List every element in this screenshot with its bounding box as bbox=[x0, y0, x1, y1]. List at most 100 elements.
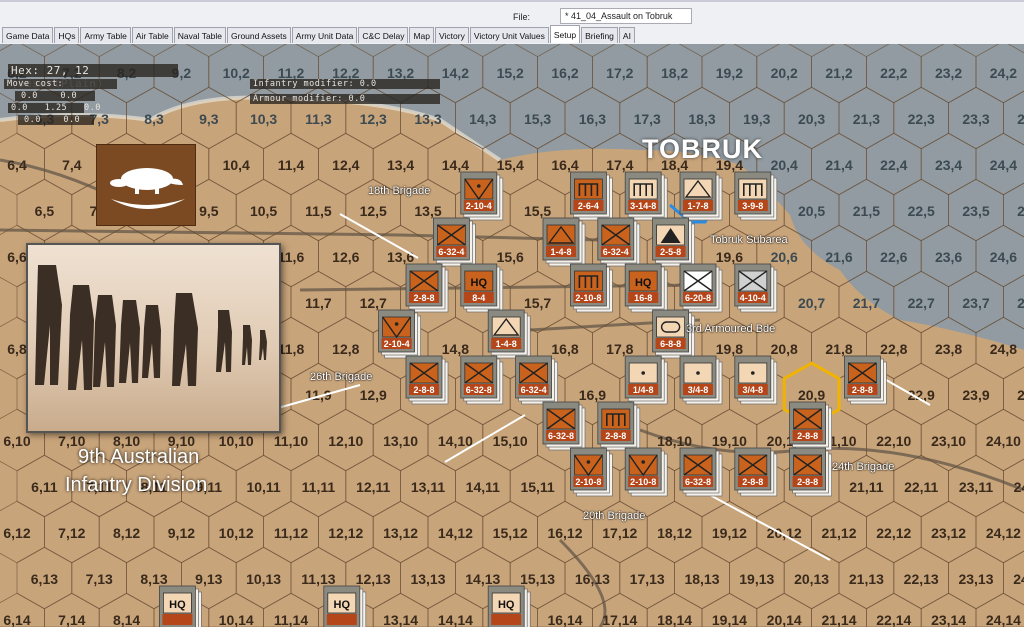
unit-strength-label: 6-32-4 bbox=[603, 247, 629, 257]
hex-coordinate-label: 24,6 bbox=[990, 249, 1017, 265]
hex-coordinate-label: 10,2 bbox=[223, 65, 250, 81]
unit-counter[interactable]: 2-10-4 bbox=[378, 309, 421, 359]
tab-setup[interactable]: Setup bbox=[549, 25, 581, 43]
unit-counter[interactable]: 1-4-8 bbox=[487, 309, 531, 359]
tab-victory-unit-values[interactable]: Victory Unit Values bbox=[469, 27, 549, 43]
unit-counter[interactable]: 2-8-8 bbox=[844, 355, 887, 405]
hex-coordinate-label: 23,7 bbox=[962, 295, 989, 311]
unit-counter[interactable]: HQ 8-4 bbox=[460, 263, 504, 313]
unit-counter[interactable]: 6-32-8 bbox=[679, 447, 723, 497]
tab-hqs[interactable]: HQs bbox=[54, 27, 80, 43]
hex-coordinate-label: 22,10 bbox=[876, 433, 911, 449]
unit-counter[interactable]: HQ bbox=[323, 585, 367, 627]
hex-coordinate-label: 15,10 bbox=[493, 433, 528, 449]
unit-counter[interactable]: 3/4-8 bbox=[679, 355, 723, 405]
unit-strength-label: 4-10-4 bbox=[740, 293, 766, 303]
unit-counter[interactable]: 2-10-4 bbox=[460, 171, 504, 221]
hex-coordinate-label: 18,2 bbox=[661, 65, 688, 81]
hex-coordinate-label: 12,9 bbox=[360, 387, 387, 403]
scenario-map[interactable]: 6,27,28,29,210,211,212,213,214,215,216,2… bbox=[0, 44, 1024, 627]
unit-counter[interactable]: 1-4-8 bbox=[542, 217, 586, 267]
tab-game-data[interactable]: Game Data bbox=[2, 27, 54, 43]
unit-counter[interactable]: 2-8-8 bbox=[734, 447, 778, 497]
tab-victory[interactable]: Victory bbox=[435, 27, 469, 43]
tab-naval-table[interactable]: Naval Table bbox=[173, 27, 227, 43]
file-name-field[interactable]: * 41_04_Assault on Tobruk bbox=[560, 8, 692, 24]
unit-counter[interactable]: HQ 16-8 bbox=[624, 263, 668, 313]
hex-coordinate-label: 14,2 bbox=[442, 65, 469, 81]
hex-coordinate-label: 16,9 bbox=[579, 387, 606, 403]
unit-strength-label: 2-6-4 bbox=[578, 201, 599, 211]
unit-counter[interactable]: 3-14-8 bbox=[624, 171, 668, 221]
unit-strength-label: 2-10-8 bbox=[630, 477, 656, 487]
hex-coordinate-label: 10,13 bbox=[246, 571, 281, 587]
unit-counter[interactable]: 2-10-8 bbox=[570, 263, 613, 313]
tab-map[interactable]: Map bbox=[409, 27, 434, 43]
unit-counter[interactable]: 2-10-8 bbox=[570, 447, 613, 497]
hex-coordinate-label: 12,7 bbox=[360, 295, 387, 311]
hex-coordinate-label: 24,14 bbox=[986, 612, 1021, 627]
hex-coordinate-label: 16,8 bbox=[551, 341, 578, 357]
unit-counter[interactable]: 2-8-8 bbox=[789, 401, 832, 451]
tab-army-unit-data[interactable]: Army Unit Data bbox=[291, 27, 358, 43]
unit-counter[interactable]: 3-9-8 bbox=[734, 171, 778, 221]
platypus-icon bbox=[110, 168, 185, 209]
unit-strength-label: 3-14-8 bbox=[630, 201, 656, 211]
hex-coordinate-label: 23,9 bbox=[962, 387, 989, 403]
hex-coordinate-label: 21,5 bbox=[853, 203, 880, 219]
hex-coordinate-label: 10,5 bbox=[250, 203, 277, 219]
hex-coordinate-label: 10,14 bbox=[219, 612, 254, 627]
hex-coordinate-label: 22,8 bbox=[880, 341, 907, 357]
unit-counter[interactable]: 6-20-8 bbox=[679, 263, 723, 313]
unit-counter[interactable]: 2-5-8 bbox=[652, 217, 695, 267]
unit-counter[interactable]: 6-32-8 bbox=[460, 355, 504, 405]
dot-icon bbox=[751, 371, 755, 375]
tab-army-table[interactable]: Army Table bbox=[80, 27, 131, 43]
hex-coordinate-label: 19,14 bbox=[712, 612, 747, 627]
hex-coordinate-label: 12,4 bbox=[332, 157, 359, 173]
unit-counter[interactable]: 2-8-8 bbox=[597, 401, 641, 451]
hex-coordinate-label: 19,13 bbox=[739, 571, 774, 587]
hex-coordinate-label: 11,7 bbox=[305, 295, 332, 311]
hex-coordinate-label: 15,12 bbox=[493, 525, 528, 541]
unit-counter[interactable]: 6-32-4 bbox=[597, 217, 641, 267]
hex-coordinate-label: 23,4 bbox=[935, 157, 962, 173]
unit-counter[interactable]: HQ bbox=[158, 585, 202, 627]
unit-counter[interactable]: 6-32-4 bbox=[432, 217, 476, 267]
unit-counter[interactable]: 4-10-4 bbox=[734, 263, 778, 313]
unit-counter[interactable]: 2-8-8 bbox=[789, 447, 832, 497]
hex-coordinate-label: 22,3 bbox=[908, 111, 935, 127]
file-label: File: bbox=[513, 12, 531, 22]
hex-coordinate-label: 21,3 bbox=[853, 111, 880, 127]
tab-air-table[interactable]: Air Table bbox=[131, 27, 173, 43]
unit-symbol-box bbox=[382, 316, 412, 338]
unit-counter[interactable]: 2-6-4 bbox=[570, 171, 613, 221]
unit-counter[interactable]: 6-32-8 bbox=[542, 401, 586, 451]
hex-coordinate-label: 13,10 bbox=[383, 433, 418, 449]
hex-coordinate-label: 10,12 bbox=[219, 525, 254, 541]
unit-strength-label: 8-4 bbox=[472, 293, 485, 303]
tab-briefing[interactable]: Briefing bbox=[581, 27, 618, 43]
hq-symbol-icon: HQ bbox=[635, 277, 652, 289]
unit-counter[interactable]: 2-10-8 bbox=[624, 447, 668, 497]
hex-coordinate-label: 11,4 bbox=[278, 157, 305, 173]
brigade-20-label: 20th Brigade bbox=[583, 510, 646, 522]
tab-ai[interactable]: AI bbox=[618, 27, 635, 43]
hex-coordinate-label: 15,2 bbox=[497, 65, 524, 81]
unit-counter[interactable]: 3/4-8 bbox=[734, 355, 778, 405]
hex-coordinate-label: 11,10 bbox=[274, 433, 308, 449]
tab-c-c-delay[interactable]: C&C Delay bbox=[358, 27, 409, 43]
hex-coordinate-label: 19,12 bbox=[712, 525, 747, 541]
unit-counter[interactable]: 6-32-4 bbox=[515, 355, 558, 405]
unit-strength-label: 6-32-4 bbox=[438, 247, 464, 257]
hex-coordinate-label: 19,2 bbox=[716, 65, 743, 81]
unit-counter[interactable]: HQ bbox=[487, 585, 531, 627]
hex-coordinate-label: 16,4 bbox=[551, 157, 578, 173]
unit-counter[interactable]: 1-7-8 bbox=[679, 171, 723, 221]
unit-strength-label: 2-10-8 bbox=[575, 293, 601, 303]
hex-coordinate-label: 17,2 bbox=[606, 65, 633, 81]
unit-counter[interactable]: 2-8-8 bbox=[405, 355, 449, 405]
tab-ground-assets[interactable]: Ground Assets bbox=[227, 27, 291, 43]
unit-counter[interactable]: 2-8-8 bbox=[405, 263, 449, 313]
unit-counter[interactable]: 1/4-8 bbox=[624, 355, 668, 405]
